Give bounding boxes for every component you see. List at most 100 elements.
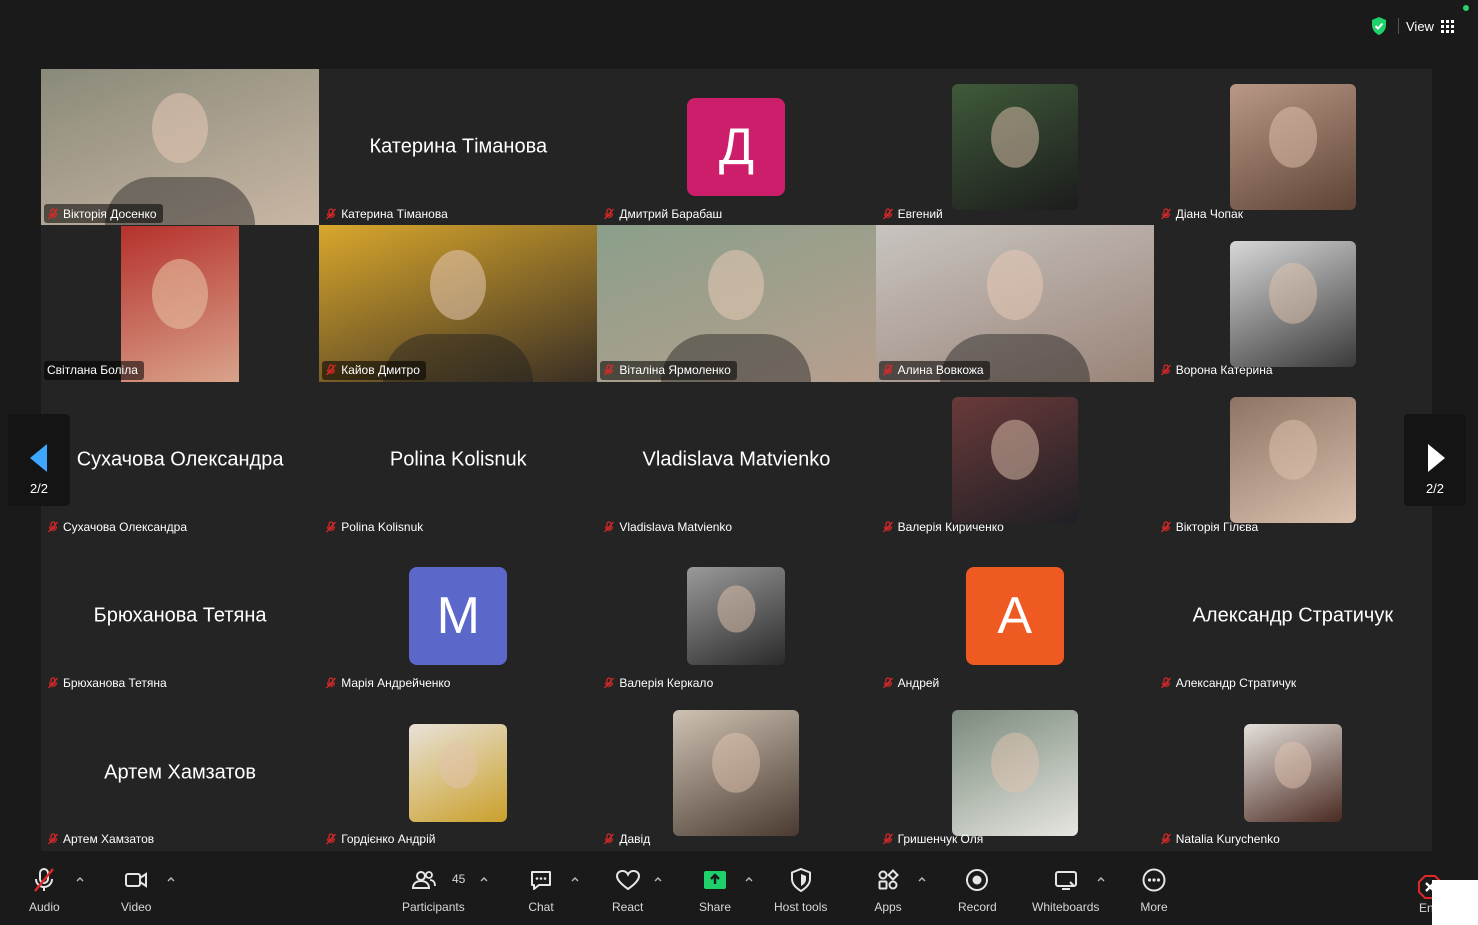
participant-name-label: Евгений (879, 204, 949, 223)
video-gallery: Вікторія Досенко Катерина Тіманова Катерин… (41, 69, 1432, 851)
participant-photo (673, 709, 800, 836)
react-button[interactable]: React (612, 866, 643, 918)
record-button[interactable]: Record (958, 866, 997, 918)
status-dot (1463, 5, 1469, 11)
initial-avatar: M (409, 567, 508, 666)
previous-page-button[interactable]: 2/2 (8, 414, 70, 506)
react-options-caret-icon[interactable] (653, 874, 663, 884)
mic-muted-icon (604, 833, 615, 845)
participant-video (875, 225, 1154, 382)
participant-tile[interactable]: Катерина Тіманова Катерина Тіманова (319, 69, 598, 226)
participant-tile[interactable]: Гришенчук Оля (875, 694, 1154, 851)
participant-tile[interactable]: Валерія Керкало (597, 538, 876, 695)
audio-options-caret-icon[interactable] (75, 874, 85, 884)
video-camera-icon (125, 872, 148, 888)
next-page-button[interactable]: 2/2 (1404, 414, 1466, 506)
participant-photo (409, 723, 508, 822)
participant-tile[interactable]: Діана Чопак (1153, 69, 1432, 226)
apps-button[interactable]: Apps (874, 866, 902, 918)
participant-tile[interactable]: Вікторія Досенко (41, 69, 320, 226)
participant-tile[interactable]: Vladislava Matvienko Vladislava Matvienko (597, 381, 876, 539)
arrow-left-icon (30, 444, 47, 472)
participant-name-label: Вікторія Досенко (44, 204, 163, 224)
heart-icon (615, 869, 640, 891)
page-indicator: 2/2 (29, 481, 49, 496)
participant-grid: Вікторія Досенко Катерина Тіманова Катерин… (41, 69, 1432, 851)
participants-options-caret-icon[interactable] (479, 874, 489, 884)
participant-name-label: Валерія Кириченко (879, 517, 1010, 536)
participant-tile[interactable]: M Марія Андрейченко (319, 538, 598, 695)
participant-name-label: Давід (600, 830, 656, 849)
participant-tile[interactable]: Валерія Кириченко (875, 381, 1154, 539)
mic-muted-icon (1160, 677, 1171, 689)
participant-name: Евгений (897, 206, 943, 221)
participant-tile[interactable]: Ворона Катерина (1153, 225, 1432, 382)
participant-photo (687, 567, 786, 666)
initial-avatar: Д (687, 98, 786, 197)
participant-name-label: Natalia Kurychenko (1157, 830, 1286, 849)
participant-tile[interactable]: Сухачова Олександра Сухачова Олександра (41, 381, 320, 539)
top-bar: View (0, 0, 1478, 58)
audio-button[interactable]: Audio (29, 866, 60, 918)
participant-tile[interactable]: Брюханова Тетяна Брюханова Тетяна (41, 538, 320, 695)
participant-tile[interactable]: Віталіна Ярмоленко (597, 225, 876, 382)
participant-name: Валерія Кириченко (897, 519, 1004, 534)
participant-tile[interactable]: Давід (597, 694, 876, 851)
participant-name: Давід (619, 832, 651, 847)
participant-name: Александр Стратичук (1175, 676, 1297, 691)
participant-tile[interactable]: Александр Стратичук Александр Стратичук (1153, 538, 1432, 695)
participant-photo (951, 396, 1078, 523)
participant-tile[interactable]: Вікторія Гілєва (1153, 381, 1432, 539)
participant-tile[interactable]: Алина Вовкожа (875, 225, 1154, 382)
grid-view-icon (1440, 19, 1454, 33)
mic-muted-icon (604, 677, 615, 689)
participant-photo (1243, 723, 1342, 822)
apps-options-caret-icon[interactable] (917, 874, 927, 884)
participant-name-label: Дмитрий Барабаш (600, 204, 728, 223)
participant-display-name: Катерина Тіманова (369, 135, 548, 158)
participant-tile[interactable]: Артем Хамзатов Артем Хамзатов (41, 694, 320, 851)
share-options-caret-icon[interactable] (744, 874, 754, 884)
mic-muted-icon (326, 677, 337, 689)
participant-photo (1229, 84, 1356, 211)
avatar-initial: А (997, 587, 1032, 646)
chat-options-caret-icon[interactable] (570, 874, 580, 884)
participant-photo (951, 709, 1078, 836)
host-tools-button[interactable]: Host tools (774, 866, 827, 918)
participant-tile[interactable]: Евгений (875, 69, 1154, 226)
whiteboards-button[interactable]: Whiteboards (1032, 866, 1099, 918)
participant-photo (121, 225, 240, 382)
participant-tile[interactable]: Кайов Дмитро (319, 225, 598, 382)
participant-tile[interactable]: А Андрей (875, 538, 1154, 695)
participant-name: Андрей (897, 676, 940, 691)
participant-name: Vladislava Matvienko (619, 519, 733, 534)
participant-display-name: Брюханова Тетяна (93, 604, 267, 627)
mic-muted-icon (326, 521, 337, 533)
mic-muted-icon (882, 677, 893, 689)
participant-tile[interactable]: Natalia Kurychenko (1153, 694, 1432, 851)
host-tools-label: Host tools (774, 900, 828, 914)
host-tools-shield-icon (790, 867, 811, 893)
participant-name: Світлана Боліла (47, 363, 138, 378)
more-dots-icon (1142, 868, 1166, 892)
participant-name: Катерина Тіманова (341, 206, 448, 221)
participant-tile[interactable]: Гордієнко Андрій (319, 694, 598, 851)
chat-button[interactable]: Chat (527, 866, 555, 918)
mic-muted-icon (882, 521, 893, 533)
video-button[interactable]: Video (121, 866, 151, 918)
participant-name: Гришенчук Оля (897, 832, 984, 847)
whiteboards-options-caret-icon[interactable] (1096, 874, 1106, 884)
share-screen-button[interactable]: Share (699, 866, 731, 918)
participant-name: Діана Чопак (1175, 206, 1243, 221)
encryption-shield-icon[interactable] (1370, 16, 1388, 36)
video-options-caret-icon[interactable] (166, 874, 176, 884)
view-button[interactable]: View (1406, 14, 1454, 38)
participant-tile[interactable]: Polina Kolisnuk Polina Kolisnuk (319, 381, 598, 539)
microphone-muted-icon (34, 868, 55, 892)
more-button[interactable]: More (1140, 866, 1168, 918)
participant-tile[interactable]: Світлана Боліла (41, 225, 320, 382)
participant-name: Ворона Катерина (1175, 363, 1273, 378)
whiteboards-label: Whiteboards (1032, 900, 1100, 914)
react-label: React (612, 900, 644, 914)
participant-tile[interactable]: Д Дмитрий Барабаш (597, 69, 876, 226)
